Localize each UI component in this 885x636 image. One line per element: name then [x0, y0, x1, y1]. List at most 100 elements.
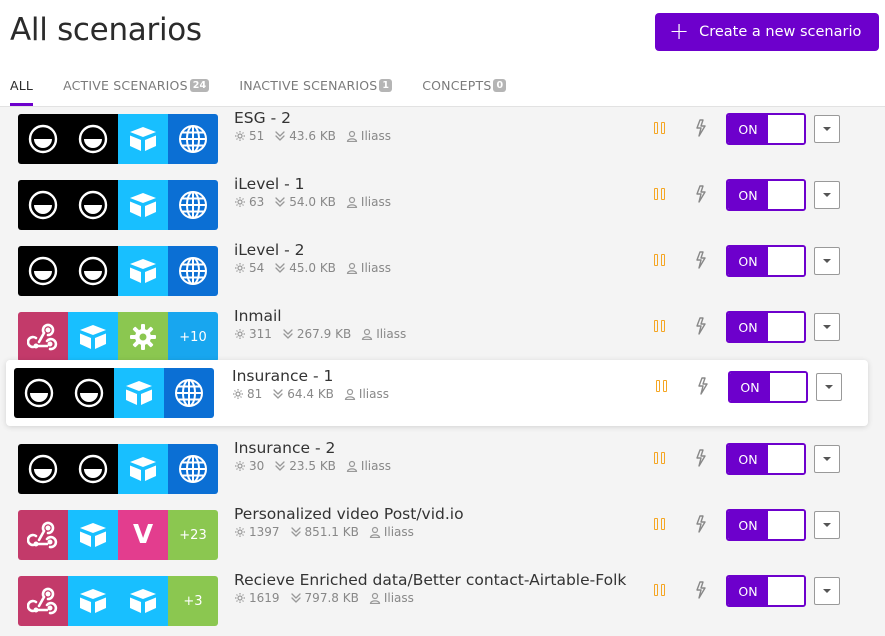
scenario-toggle[interactable]: ON: [728, 371, 808, 403]
scenario-toggle[interactable]: ON: [726, 245, 806, 277]
scenario-name[interactable]: Insurance - 1: [232, 367, 399, 385]
scenario-row[interactable]: Insurance - 1 81 64.4 KB Iliass ON: [6, 360, 868, 426]
owner-icon: [344, 388, 356, 400]
scenario-row[interactable]: ESG - 2 51 43.6 KB Iliass ON: [0, 108, 885, 174]
operations-icon: [235, 461, 245, 471]
airtable-icon: [68, 312, 118, 362]
pause-icon[interactable]: [654, 518, 665, 531]
data-size-icon: [275, 197, 285, 207]
owner: Iliass: [346, 129, 391, 143]
globe-icon: [168, 114, 218, 164]
pause-icon[interactable]: [654, 452, 665, 465]
scenario-name[interactable]: Recieve Enriched data/Better contact-Air…: [234, 571, 626, 589]
data-size: 23.5 KB: [274, 459, 336, 473]
bolt-icon[interactable]: [694, 185, 708, 207]
scenario-name[interactable]: Insurance - 2: [234, 439, 401, 457]
toggle-label: ON: [728, 247, 768, 275]
toggle-knob: [768, 115, 804, 143]
tab-inactive-scenarios[interactable]: INACTIVE SCENARIOS 1: [239, 76, 393, 94]
more-apps-badge: +23: [168, 510, 218, 560]
bolt-icon[interactable]: [694, 317, 708, 339]
scenario-toggle[interactable]: ON: [726, 311, 806, 343]
owner-icon: [346, 196, 358, 208]
operations-value: 54: [249, 261, 265, 275]
owner: Iliass: [346, 195, 391, 209]
owner: Iliass: [344, 387, 389, 401]
options-dropdown[interactable]: [814, 115, 840, 143]
smile-icon: [18, 114, 68, 164]
pause-icon[interactable]: [654, 122, 665, 135]
toggle-label: ON: [728, 115, 768, 143]
data-size-value: 43.6 KB: [289, 129, 336, 143]
options-dropdown[interactable]: [814, 313, 840, 341]
scenario-row[interactable]: V +23 Personalized video Post/vid.io 1397…: [0, 504, 885, 570]
options-dropdown[interactable]: [814, 247, 840, 275]
scenario-row[interactable]: +3 Recieve Enriched data/Better contact-…: [0, 570, 885, 636]
tab-all[interactable]: ALL: [10, 76, 34, 106]
options-dropdown[interactable]: [814, 181, 840, 209]
options-dropdown[interactable]: [814, 445, 840, 473]
pause-icon[interactable]: [656, 380, 667, 393]
data-size: 45.0 KB: [274, 261, 336, 275]
tab-label: CONCEPTS: [422, 77, 492, 93]
bolt-icon[interactable]: [694, 515, 708, 537]
pause-icon[interactable]: [654, 584, 665, 597]
plus-icon: +: [669, 17, 690, 45]
create-scenario-button[interactable]: + Create a new scenario: [655, 13, 879, 51]
scenario-toggle[interactable]: ON: [726, 575, 806, 607]
data-size: 43.6 KB: [274, 129, 336, 143]
globe-icon: [168, 246, 218, 296]
operations-icon: [235, 131, 245, 141]
pause-icon[interactable]: [654, 254, 665, 267]
scenario-info: Inmail 311 267.9 KB Iliass: [234, 307, 416, 341]
scenario-name[interactable]: Personalized video Post/vid.io: [234, 505, 464, 523]
pause-icon[interactable]: [654, 320, 665, 333]
options-dropdown[interactable]: [816, 373, 842, 401]
scenario-name[interactable]: iLevel - 1: [234, 175, 401, 193]
operations-value: 1619: [249, 591, 280, 605]
scenario-info: Insurance - 2 30 23.5 KB Iliass: [234, 439, 401, 473]
options-dropdown[interactable]: [814, 577, 840, 605]
data-size-value: 851.1 KB: [304, 525, 359, 539]
app-icons: [14, 368, 214, 418]
toggle-knob: [768, 247, 804, 275]
scenario-name[interactable]: Inmail: [234, 307, 416, 325]
smile-icon: [14, 368, 64, 418]
tab-active-scenarios[interactable]: ACTIVE SCENARIOS 24: [63, 76, 210, 94]
scenario-name[interactable]: iLevel - 2: [234, 241, 401, 259]
options-dropdown[interactable]: [814, 511, 840, 539]
scenario-name[interactable]: ESG - 2: [234, 109, 401, 127]
scenario-row[interactable]: iLevel - 1 63 54.0 KB Iliass ON: [0, 174, 885, 240]
operations-count: 1397: [234, 525, 280, 539]
scenario-toggle[interactable]: ON: [726, 443, 806, 475]
data-size-icon: [275, 263, 285, 273]
tab-count-badge: 24: [189, 78, 210, 92]
operations-count: 63: [234, 195, 264, 209]
bolt-icon[interactable]: [694, 251, 708, 273]
tab-concepts[interactable]: CONCEPTS 0: [422, 76, 507, 94]
bolt-icon[interactable]: [694, 449, 708, 471]
scenario-toggle[interactable]: ON: [726, 509, 806, 541]
bolt-icon[interactable]: [694, 581, 708, 603]
scenario-meta: 81 64.4 KB Iliass: [232, 387, 399, 401]
data-size-icon: [273, 389, 283, 399]
bolt-icon[interactable]: [694, 119, 708, 141]
scenario-info: iLevel - 1 63 54.0 KB Iliass: [234, 175, 401, 209]
scenario-toggle[interactable]: ON: [726, 179, 806, 211]
owner-name: Iliass: [376, 327, 407, 341]
scenario-meta: 63 54.0 KB Iliass: [234, 195, 401, 209]
more-apps-badge: +3: [168, 576, 218, 626]
owner: Iliass: [369, 525, 414, 539]
data-size-icon: [275, 461, 285, 471]
scenario-row[interactable]: iLevel - 2 54 45.0 KB Iliass ON: [0, 240, 885, 306]
airtable-icon: [68, 510, 118, 560]
scenario-row[interactable]: Insurance - 2 30 23.5 KB Iliass ON: [0, 438, 885, 504]
scenario-toggle[interactable]: ON: [726, 113, 806, 145]
pause-icon[interactable]: [654, 188, 665, 201]
data-size-icon: [275, 131, 285, 141]
data-size-value: 64.4 KB: [287, 387, 334, 401]
data-size: 851.1 KB: [290, 525, 359, 539]
tab-label: INACTIVE SCENARIOS: [239, 77, 378, 93]
bolt-icon[interactable]: [696, 377, 710, 399]
more-apps-badge: +10: [168, 312, 218, 362]
